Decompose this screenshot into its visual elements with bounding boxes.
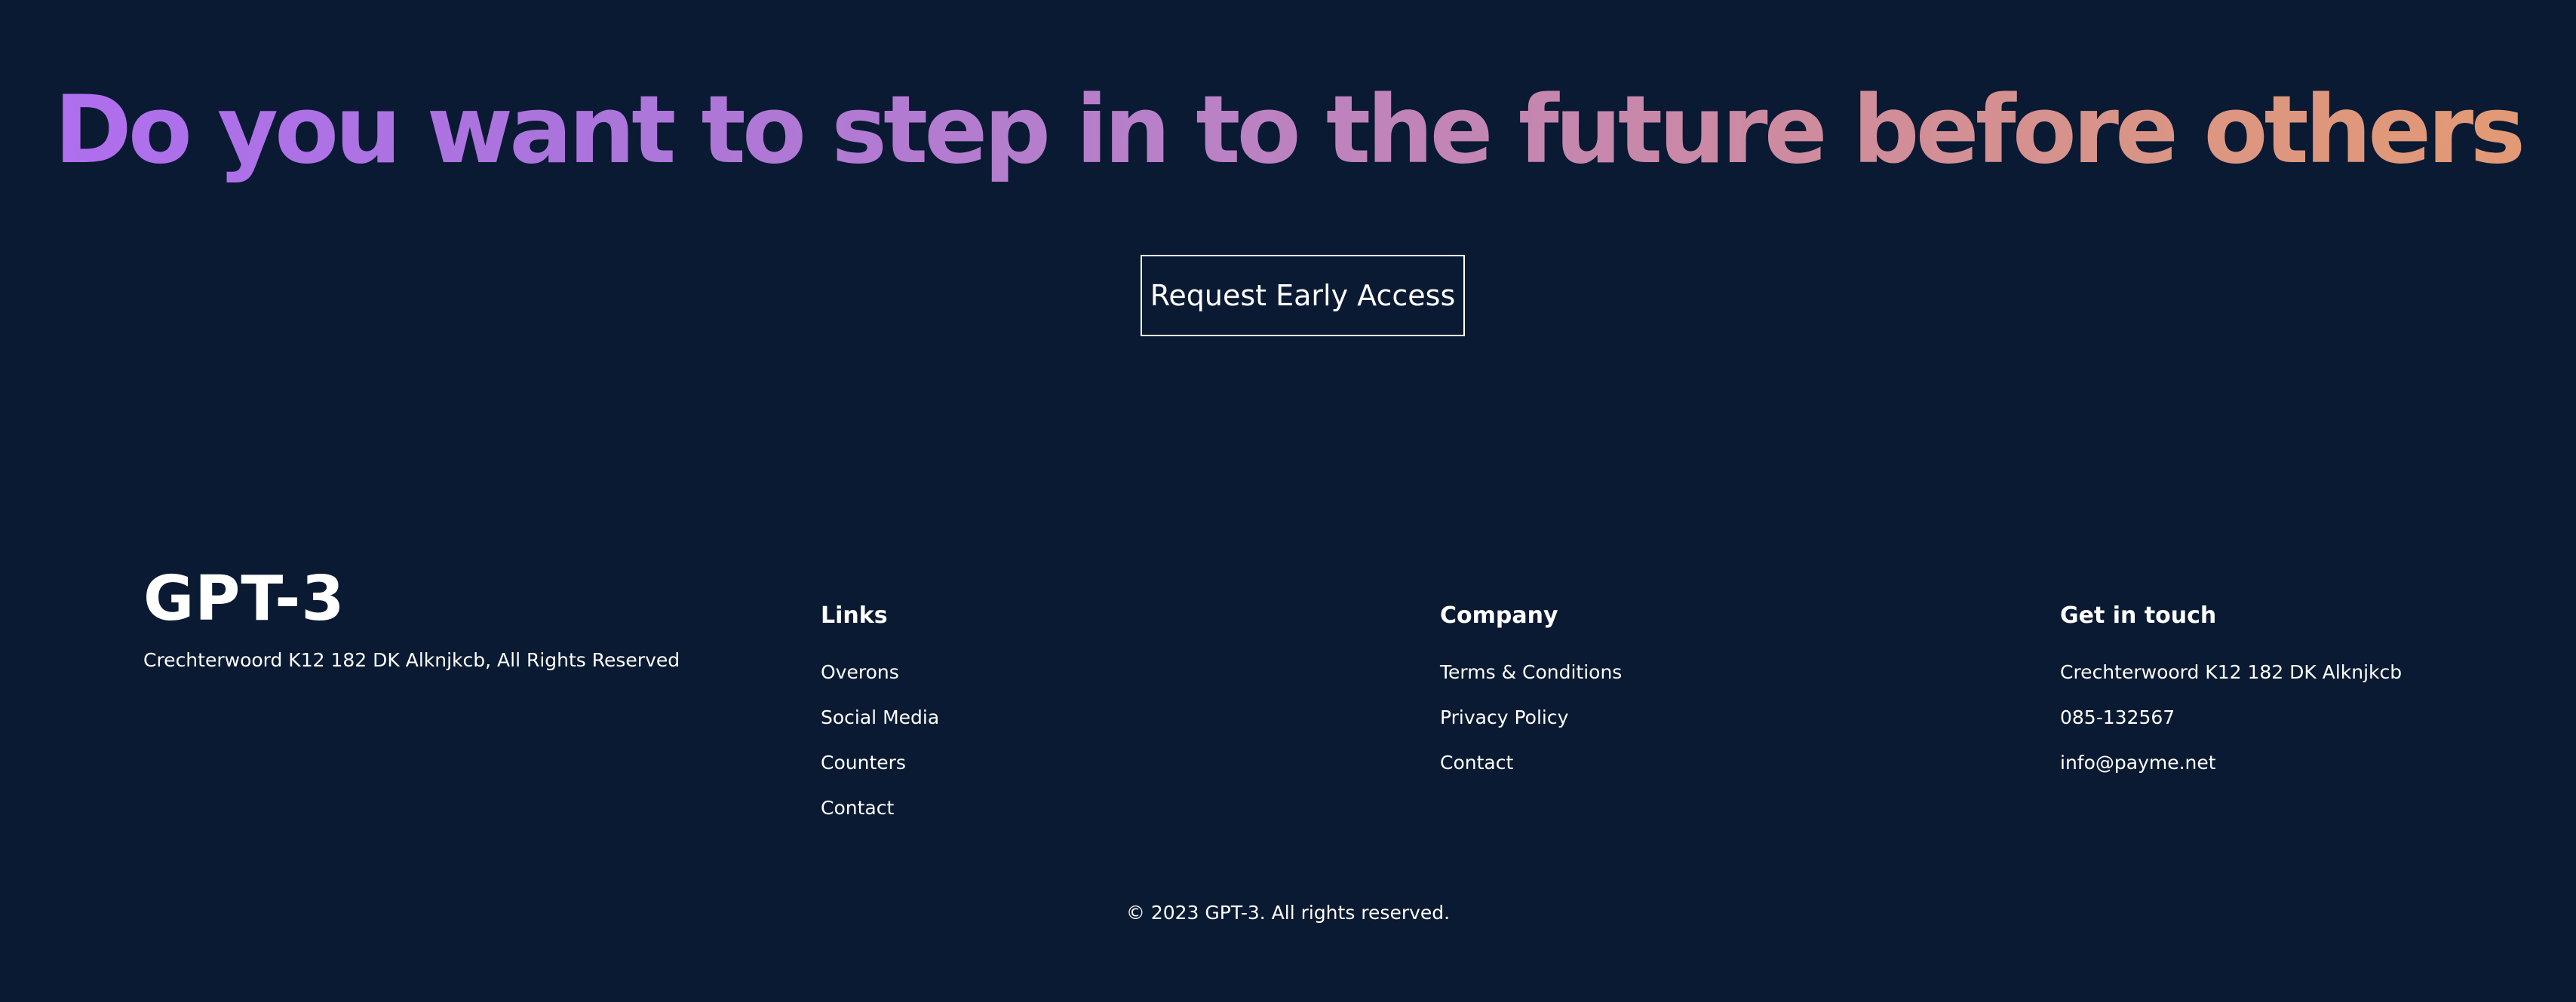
contact-list: Crechterwoord K12 182 DK Alknjkcb 085-13… — [2060, 659, 2402, 795]
hero-headline: Do you want to step in to the future bef… — [0, 66, 2576, 195]
request-early-access-button[interactable]: Request Early Access — [1141, 255, 1465, 336]
footer-link-social-media[interactable]: Social Media — [821, 704, 939, 749]
contact-address: Crechterwoord K12 182 DK Alknjkcb — [2060, 661, 2403, 683]
footer-link-privacy-policy[interactable]: Privacy Policy — [1440, 704, 1622, 749]
get-in-touch-heading: Get in touch — [2060, 602, 2217, 629]
cta-section: Do you want to step in to the future bef… — [0, 0, 2576, 354]
company-heading: Company — [1440, 602, 1558, 629]
links-list: Overons Social Media Counters Contact — [821, 659, 939, 840]
footer-link-overons[interactable]: Overons — [821, 659, 939, 704]
footer-link-terms-conditions[interactable]: Terms & Conditions — [1440, 659, 1622, 704]
company-list: Terms & Conditions Privacy Policy Contac… — [1440, 659, 1622, 795]
links-heading: Links — [821, 602, 888, 629]
footer-link-contact[interactable]: Contact — [821, 795, 939, 840]
footer-link-company-contact[interactable]: Contact — [1440, 749, 1622, 795]
brand-logo: GPT-3 — [143, 563, 345, 635]
copyright-text: © 2023 GPT-3. All rights reserved. — [1125, 902, 1451, 924]
brand-address: Crechterwoord K12 182 DK Alknjkcb, All R… — [143, 649, 680, 671]
contact-email[interactable]: info@payme.net — [2060, 749, 2402, 795]
contact-phone[interactable]: 085-132567 — [2060, 704, 2402, 749]
footer-link-counters[interactable]: Counters — [821, 749, 939, 795]
footer: GPT-3 Crechterwoord K12 182 DK Alknjkcb,… — [0, 558, 2576, 1002]
page: Do you want to step in to the future bef… — [0, 0, 2576, 1002]
